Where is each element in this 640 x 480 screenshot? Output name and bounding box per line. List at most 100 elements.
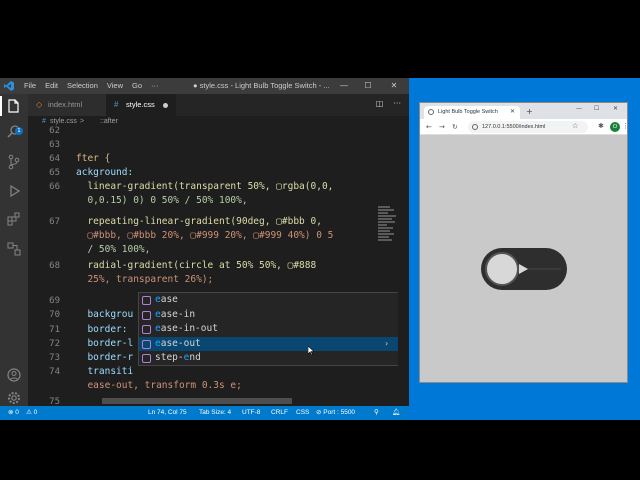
line-number: 73 — [49, 353, 60, 363]
new-tab-button[interactable]: + — [526, 106, 533, 118]
suggestion-item[interactable]: ease-in — [139, 308, 399, 323]
active-indicator — [0, 96, 2, 116]
url-text: 127.0.0.1:5500/index.html — [482, 124, 546, 130]
vscode-logo-icon — [4, 81, 14, 91]
code-text: repeating-linear-gradient(90deg, ▢#bbb 0… — [76, 216, 322, 227]
live-server-port[interactable]: ⊘ Port : 5500 — [316, 406, 355, 420]
code-line: 62 — [28, 124, 398, 138]
code-text: linear-gradient(transparent 50%, ▢rgba(0… — [76, 181, 334, 192]
site-info-icon[interactable] — [472, 124, 478, 130]
profile-avatar[interactable]: O — [610, 122, 620, 132]
code-line: 74 transiti — [28, 365, 398, 379]
code-text: / 50% 100%, — [76, 244, 151, 255]
more-actions-icon[interactable]: ··· — [393, 99, 401, 108]
line-number: 72 — [49, 339, 60, 349]
browser-minimize-button[interactable]: — — [576, 105, 582, 112]
line-number: 63 — [49, 140, 60, 150]
code-text: border-r — [76, 352, 134, 363]
code-line: ▢#bbb, ▢#bbb 20%, ▢#999 20%, ▢#999 40%) … — [28, 229, 398, 243]
extensions-icon[interactable] — [6, 211, 22, 227]
back-arrow-icon[interactable]: ← — [426, 122, 432, 132]
menu-view[interactable]: View — [107, 81, 123, 91]
close-tab-icon[interactable]: ✕ — [510, 106, 515, 119]
menu-go[interactable]: Go — [132, 81, 142, 91]
notifications-bell-icon[interactable]: 🔔︎ — [392, 406, 400, 420]
code-text: radial-gradient(circle at 50% 50%, ▢#888 — [76, 260, 317, 271]
editor-actions: ◫ ··· — [376, 99, 401, 108]
light-bulb-toggle-switch[interactable] — [481, 248, 567, 290]
code-text: ackground: — [76, 167, 134, 178]
feedback-icon[interactable]: ⚲ — [374, 406, 379, 420]
forward-arrow-icon[interactable]: → — [439, 122, 445, 132]
line-number: 66 — [49, 182, 60, 192]
value-icon — [142, 310, 151, 320]
line-number: 69 — [49, 296, 60, 306]
browser-tab-title: Light Bulb Toggle Switch — [438, 109, 498, 115]
browser-tab[interactable]: Light Bulb Toggle Switch ✕ — [424, 106, 520, 119]
reload-icon[interactable]: ↻ — [452, 122, 458, 132]
toggle-knob[interactable] — [485, 252, 519, 286]
language-mode[interactable]: CSS — [296, 406, 309, 420]
warnings-count[interactable]: ⚠ 0 — [26, 406, 37, 420]
code-text: backgrou — [76, 309, 134, 320]
value-icon — [142, 339, 151, 349]
close-button[interactable]: ✕ — [381, 78, 407, 94]
cursor-position[interactable]: Ln 74, Col 75 — [148, 406, 187, 420]
split-editor-icon[interactable]: ◫ — [376, 99, 384, 108]
menu-more[interactable]: ··· — [151, 81, 159, 91]
bookmark-star-icon[interactable]: ☆ — [572, 122, 578, 130]
code-line: 0,0.15) 0) 0 50% / 50% 100%, — [28, 194, 398, 208]
browser-maximize-button[interactable]: ☐ — [594, 105, 599, 112]
vertical-scrollbar[interactable] — [398, 128, 408, 398]
line-number: 62 — [49, 126, 60, 136]
menu-selection[interactable]: Selection — [67, 81, 98, 91]
minimize-button[interactable]: — — [331, 78, 357, 94]
browser-toolbar: ← → ↻ 127.0.0.1:5500/index.html ☆ ✱ O ⋮ — [420, 119, 629, 135]
browser-close-button[interactable]: ✕ — [613, 105, 618, 112]
address-bar[interactable]: 127.0.0.1:5500/index.html — [468, 121, 588, 133]
css-file-icon: # — [114, 100, 119, 109]
run-debug-icon[interactable] — [6, 183, 22, 199]
line-number: 65 — [49, 168, 60, 178]
line-number: 64 — [49, 154, 60, 164]
menu-edit[interactable]: Edit — [45, 81, 58, 91]
value-icon — [142, 296, 151, 305]
horizontal-scrollbar[interactable] — [102, 398, 292, 404]
explorer-icon[interactable] — [6, 98, 22, 114]
tab-label: style.css — [126, 100, 155, 109]
suggestion-item-selected[interactable]: ease-out › — [139, 336, 399, 352]
suggestion-item[interactable]: step-end — [139, 351, 399, 366]
line-number: 68 — [49, 261, 60, 271]
settings-gear-icon[interactable] — [6, 390, 22, 406]
account-icon[interactable] — [6, 367, 22, 383]
encoding[interactable]: UTF-8 — [242, 406, 260, 420]
code-line: 25%, transparent 26%); — [28, 273, 398, 287]
errors-count[interactable]: ⊗ 0 — [8, 406, 19, 420]
code-text: border-l — [76, 338, 134, 349]
suggestion-item[interactable]: ease-in-out — [139, 322, 399, 337]
chevron-right-icon[interactable]: › — [384, 337, 389, 352]
value-icon — [142, 325, 151, 334]
code-text: 25%, transparent 26%); — [76, 274, 214, 285]
line-ending[interactable]: CRLF — [271, 406, 288, 420]
unsaved-dot-icon[interactable] — [163, 103, 168, 108]
html-file-icon: ◇ — [36, 100, 43, 109]
code-line: 66 linear-gradient(transparent 50%, ▢rgb… — [28, 180, 398, 194]
toggle-arrow-icon — [519, 264, 528, 274]
tab-index-html[interactable]: ◇ index.html — [28, 94, 106, 116]
suggestion-item[interactable]: ease — [139, 293, 399, 308]
code-line: ease-out, transform 0.3s e; — [28, 379, 398, 393]
minimap[interactable] — [378, 206, 398, 256]
mouse-cursor-icon — [308, 346, 314, 355]
browser-menu-icon[interactable]: ⋮ — [622, 122, 629, 130]
extensions-puzzle-icon[interactable]: ✱ — [598, 122, 604, 130]
remote-explorer-icon[interactable] — [6, 241, 22, 257]
source-control-icon[interactable] — [6, 154, 22, 170]
line-number: 67 — [49, 217, 60, 227]
tab-size[interactable]: Tab Size: 4 — [199, 406, 231, 420]
menu-file[interactable]: File — [24, 81, 36, 91]
tab-style-css[interactable]: # style.css — [106, 94, 176, 116]
desktop-background: Light Bulb Toggle Switch ✕ + — ☐ ✕ ← → ↻… — [409, 78, 640, 420]
maximize-button[interactable]: ☐ — [355, 78, 381, 94]
code-text: fter { — [76, 153, 111, 164]
